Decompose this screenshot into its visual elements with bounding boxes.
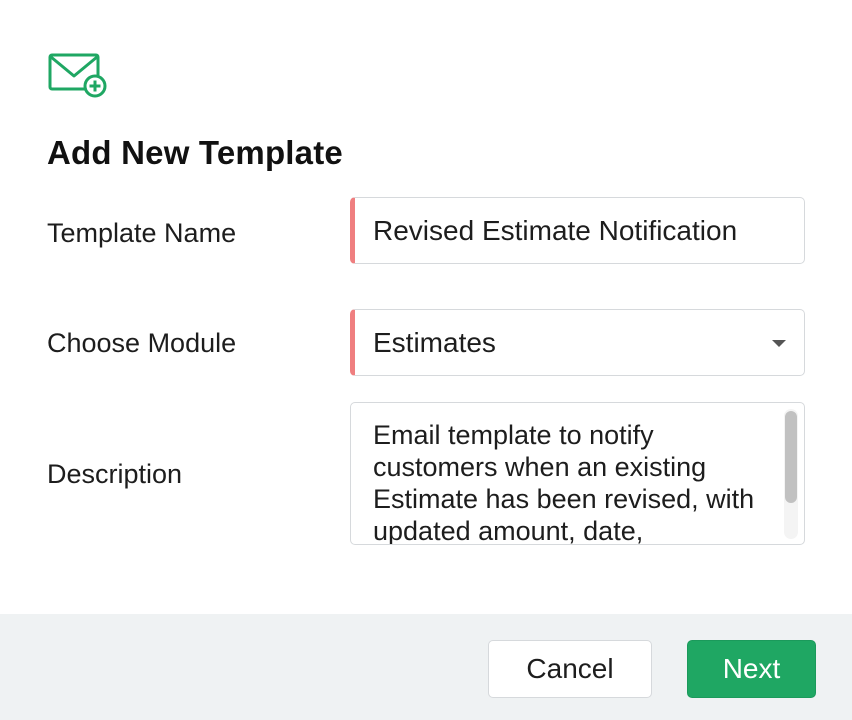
next-button[interactable]: Next bbox=[687, 640, 816, 698]
choose-module-label: Choose Module bbox=[47, 328, 237, 358]
add-template-dialog: Add New Template Template Name Revised E… bbox=[0, 0, 852, 720]
scrollbar-thumb[interactable] bbox=[785, 411, 797, 503]
description-value: Email template to notify customers when … bbox=[373, 420, 755, 545]
module-select-value: Estimates bbox=[373, 326, 496, 358]
template-name-value: Revised Estimate Notification bbox=[373, 214, 738, 246]
description-label: Description bbox=[47, 459, 183, 489]
template-name-input[interactable]: Revised Estimate Notification bbox=[350, 197, 805, 264]
description-textarea[interactable]: Email template to notify customers when … bbox=[350, 402, 805, 545]
chevron-down-icon bbox=[772, 340, 786, 347]
dialog-title: Add New Template bbox=[47, 134, 343, 171]
mail-add-icon bbox=[48, 53, 107, 98]
description-scrollbar[interactable] bbox=[784, 409, 798, 539]
cancel-button[interactable]: Cancel bbox=[488, 640, 652, 698]
dialog-footer: Cancel Next bbox=[0, 614, 852, 720]
module-select[interactable]: Estimates bbox=[350, 309, 805, 376]
template-name-label: Template Name bbox=[47, 218, 237, 248]
